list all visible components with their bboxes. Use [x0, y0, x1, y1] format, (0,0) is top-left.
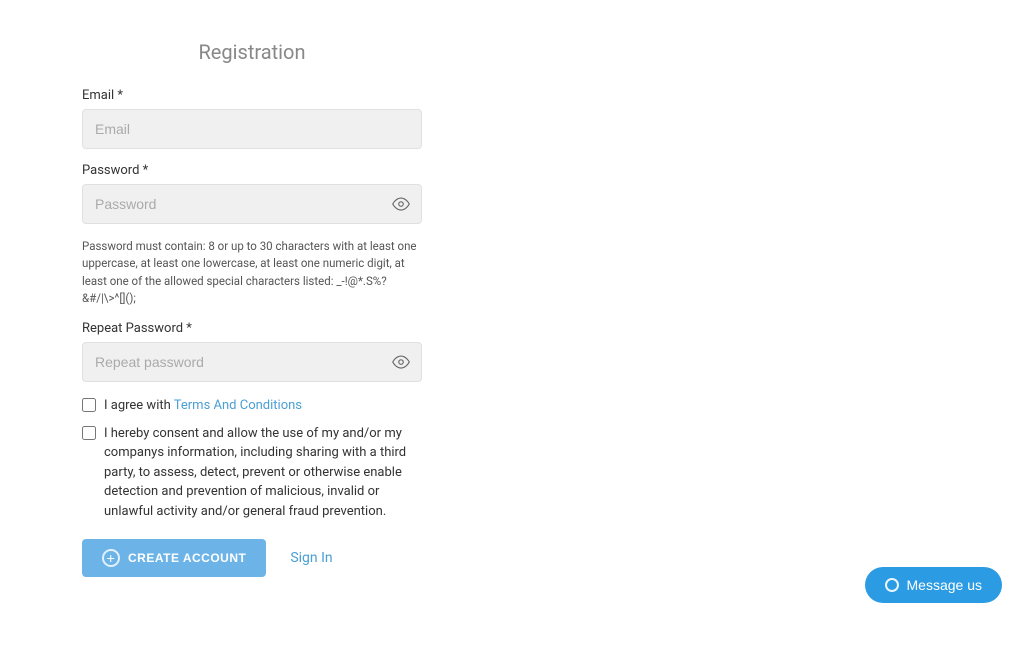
- password-toggle-icon[interactable]: [392, 195, 410, 213]
- password-input-wrapper: [82, 184, 422, 224]
- message-dot-icon: [885, 578, 899, 592]
- page-wrapper: Registration Email * Password *: [0, 0, 1026, 659]
- consent-checkbox[interactable]: [82, 426, 96, 440]
- terms-checkbox[interactable]: [82, 398, 96, 412]
- create-account-label: CREATE ACCOUNT: [128, 551, 246, 565]
- terms-checkbox-group: I agree with Terms And Conditions: [82, 396, 422, 416]
- password-hint: Password must contain: 8 or up to 30 cha…: [82, 238, 422, 307]
- email-input-wrapper: [82, 109, 422, 149]
- sign-in-link[interactable]: Sign In: [290, 550, 332, 566]
- page-title: Registration: [82, 40, 422, 64]
- terms-label: I agree with Terms And Conditions: [104, 396, 302, 416]
- repeat-password-input-wrapper: [82, 342, 422, 382]
- create-account-button[interactable]: + CREATE ACCOUNT: [82, 539, 266, 577]
- password-label: Password *: [82, 163, 422, 178]
- password-field-group: Password *: [82, 163, 422, 224]
- terms-link[interactable]: Terms And Conditions: [174, 398, 302, 413]
- password-input[interactable]: [82, 184, 422, 224]
- form-container: Registration Email * Password *: [82, 40, 422, 577]
- repeat-password-input[interactable]: [82, 342, 422, 382]
- email-label: Email *: [82, 88, 422, 103]
- form-actions: + CREATE ACCOUNT Sign In: [82, 539, 422, 577]
- message-us-label: Message us: [907, 577, 982, 593]
- create-plus-icon: +: [102, 549, 120, 567]
- consent-label: I hereby consent and allow the use of my…: [104, 424, 422, 522]
- repeat-password-field-group: Repeat Password *: [82, 321, 422, 382]
- email-field-group: Email *: [82, 88, 422, 149]
- repeat-password-label: Repeat Password *: [82, 321, 422, 336]
- consent-checkbox-group: I hereby consent and allow the use of my…: [82, 424, 422, 522]
- email-input[interactable]: [82, 109, 422, 149]
- message-us-button[interactable]: Message us: [865, 567, 1002, 603]
- repeat-password-toggle-icon[interactable]: [392, 353, 410, 371]
